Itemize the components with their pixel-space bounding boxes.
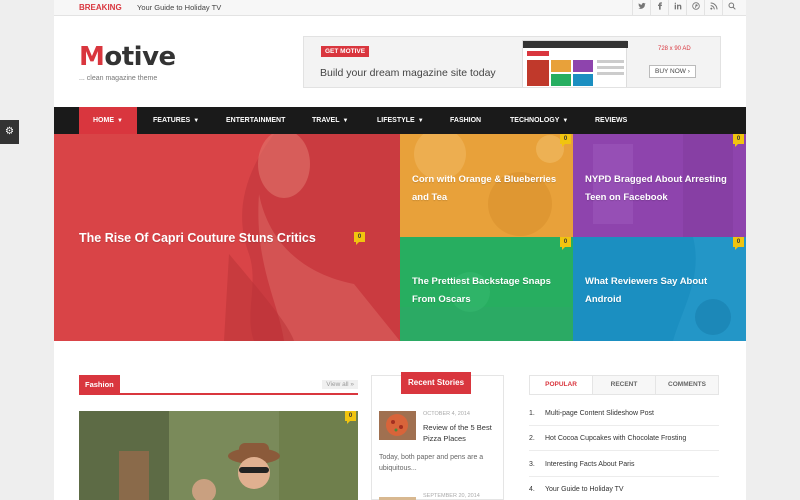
comment-count-badge[interactable]: 0 xyxy=(345,411,356,424)
fashion-photo xyxy=(79,411,358,500)
story-date: OCTOBER 4, 2014 xyxy=(423,411,470,417)
ad-size-label: 728 x 90 AD xyxy=(658,46,691,52)
ad-screenshot-image xyxy=(522,40,628,87)
featured-tile-4-title[interactable]: What Reviewers Say About Android xyxy=(585,273,740,309)
ad-headline: Build your dream magazine site today xyxy=(320,67,496,79)
rss-icon[interactable] xyxy=(704,0,722,16)
nav-item-features[interactable]: FEATURES ▼ xyxy=(153,107,199,134)
tab-popular[interactable]: POPULAR xyxy=(530,376,593,394)
sidebar-tabs: POPULAR RECENT COMMENTS xyxy=(529,375,719,395)
header-ad-banner[interactable]: GET MOTIVE Build your dream magazine sit… xyxy=(303,36,721,88)
chevron-down-icon: ▼ xyxy=(193,118,200,124)
story-thumbnail[interactable] xyxy=(379,411,416,440)
divider xyxy=(529,450,719,451)
featured-grid: The Rise Of Capri Couture Stuns Critics … xyxy=(54,134,746,341)
story-thumbnail[interactable] xyxy=(379,492,416,500)
featured-tile-2-title[interactable]: NYPD Bragged About Arresting Teen on Fac… xyxy=(585,171,740,207)
ad-tag: GET MOTIVE xyxy=(321,46,370,57)
main-navigation: HOME ▼ FEATURES ▼ ENTERTAINMENT TRAVEL ▼ LI… xyxy=(54,107,746,134)
nav-item-home[interactable]: HOME ▼ xyxy=(79,107,137,134)
top-bar: BREAKING Your Guide to Holiday TV xyxy=(54,0,746,16)
nav-item-technology[interactable]: TECHNOLOGY ▼ xyxy=(510,107,568,134)
recent-stories-title: Recent Stories xyxy=(401,372,472,394)
linkedin-icon[interactable] xyxy=(668,0,686,16)
nav-item-lifestyle[interactable]: LIFESTYLE ▼ xyxy=(377,107,424,134)
facebook-icon[interactable] xyxy=(650,0,668,16)
nav-item-entertainment[interactable]: ENTERTAINMENT xyxy=(226,107,285,134)
story-date: SEPTEMBER 20, 2014 xyxy=(423,493,480,499)
tab-recent[interactable]: RECENT xyxy=(593,376,656,394)
popular-item[interactable]: 3. Interesting Facts About Paris xyxy=(529,461,635,468)
site-logo[interactable]: Motive xyxy=(79,42,176,72)
chevron-down-icon: ▼ xyxy=(562,118,569,124)
view-all-link[interactable]: View all » xyxy=(322,380,358,389)
story-title[interactable]: Review of the 5 Best Pizza Places xyxy=(423,422,498,444)
fashion-featured-image[interactable]: 0 xyxy=(79,411,358,500)
tab-comments[interactable]: COMMENTS xyxy=(656,376,718,394)
nav-item-fashion[interactable]: FASHION xyxy=(450,107,481,134)
divider xyxy=(529,425,719,426)
comment-count-badge[interactable]: 0 xyxy=(733,134,744,147)
popular-item[interactable]: 1. Multi-page Content Slideshow Post xyxy=(529,410,654,417)
social-links xyxy=(632,0,740,16)
pizza-image xyxy=(379,411,416,440)
chevron-down-icon: ▼ xyxy=(342,118,349,124)
chevron-down-icon: ▼ xyxy=(117,118,123,124)
fashion-section-title[interactable]: Fashion xyxy=(79,375,120,395)
story-excerpt: Today, both paper and pens are a ubiquit… xyxy=(379,454,484,472)
twitter-icon[interactable] xyxy=(632,0,650,16)
comment-count-badge[interactable]: 0 xyxy=(354,232,365,245)
featured-tile-4[interactable]: What Reviewers Say About Android 0 xyxy=(573,237,746,341)
popular-item[interactable]: 4. Your Guide to Holiday TV xyxy=(529,486,624,493)
popular-item[interactable]: 2. Hot Cocoa Cupcakes with Chocolate Fros… xyxy=(529,435,686,442)
featured-tile-1[interactable]: Corn with Orange & Blueberries and Tea 0 xyxy=(400,134,573,237)
featured-tile-3[interactable]: The Prettiest Backstage Snaps From Oscar… xyxy=(400,237,573,341)
featured-main-tile[interactable]: The Rise Of Capri Couture Stuns Critics … xyxy=(54,134,400,341)
divider xyxy=(529,476,719,477)
comment-count-badge[interactable]: 0 xyxy=(560,237,571,250)
pinterest-icon[interactable] xyxy=(686,0,704,16)
gear-icon: ⚙ xyxy=(5,126,14,137)
comment-count-badge[interactable]: 0 xyxy=(560,134,571,147)
buy-now-button[interactable]: BUY NOW › xyxy=(649,65,696,78)
nav-item-travel[interactable]: TRAVEL ▼ xyxy=(312,107,348,134)
fashion-section-header: Fashion View all » xyxy=(79,375,358,395)
theme-settings-toggle[interactable]: ⚙ xyxy=(0,120,19,144)
featured-tile-2[interactable]: NYPD Bragged About Arresting Teen on Fac… xyxy=(573,134,746,237)
nav-item-reviews[interactable]: REVIEWS xyxy=(595,107,627,134)
chevron-down-icon: ▼ xyxy=(417,118,424,124)
site-tagline: ... clean magazine theme xyxy=(79,75,158,82)
featured-tile-3-title[interactable]: The Prettiest Backstage Snaps From Oscar… xyxy=(412,273,567,309)
featured-tile-1-title[interactable]: Corn with Orange & Blueberries and Tea xyxy=(412,171,567,207)
comment-count-badge[interactable]: 0 xyxy=(733,237,744,250)
breaking-news-link[interactable]: Your Guide to Holiday TV xyxy=(137,3,221,12)
breaking-label: BREAKING xyxy=(79,3,122,12)
search-icon[interactable] xyxy=(722,0,740,16)
featured-main-title[interactable]: The Rise Of Capri Couture Stuns Critics xyxy=(79,231,316,245)
